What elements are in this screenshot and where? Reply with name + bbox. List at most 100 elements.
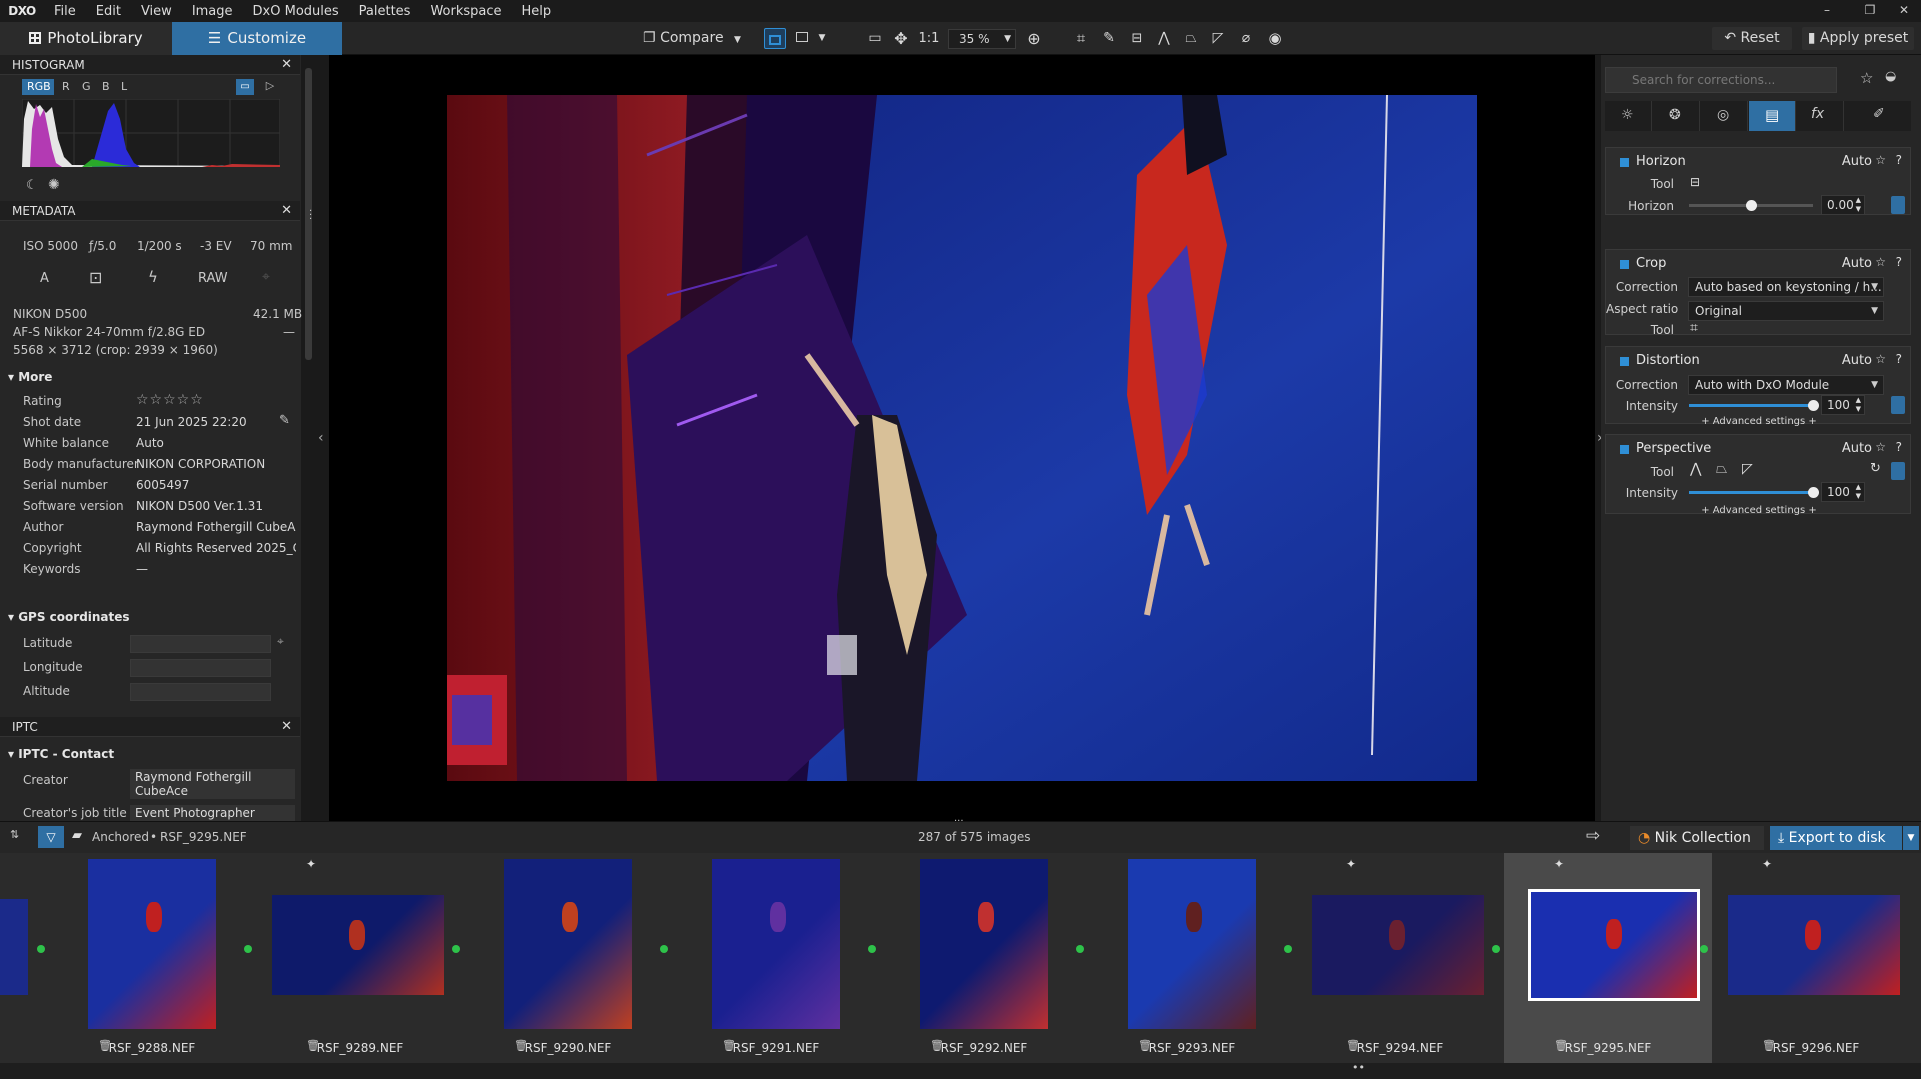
eye-icon[interactable]: ◉ <box>1264 26 1286 51</box>
monitor-icon[interactable]: ▭ <box>236 79 254 95</box>
distortion-correction-select[interactable]: Auto with DxO Module ▼ <box>1688 375 1884 395</box>
sort-icon[interactable]: ⇅ <box>10 828 19 841</box>
help-icon[interactable]: ? <box>1896 352 1902 366</box>
tab-photolibrary[interactable]: PhotoLibrary <box>0 22 172 55</box>
thumbnail-cell[interactable]: ✦★★★★★🗑RSF_9295.NEF <box>1504 853 1712 1063</box>
minimize-icon[interactable]: – <box>1810 0 1844 22</box>
spinner-icon[interactable]: ▲ ▼ <box>1856 396 1861 414</box>
auto-button[interactable]: Auto <box>1842 154 1872 169</box>
gps-section-toggle[interactable]: ▾ GPS coordinates <box>8 610 130 624</box>
horizon-tool-icon[interactable]: ⊟ <box>1127 26 1147 51</box>
favorite-star-icon[interactable]: ☆ <box>1875 440 1886 454</box>
compare-button[interactable]: ❐ Compare ▼ <box>636 26 748 51</box>
picker-icon[interactable] <box>1891 196 1905 214</box>
thumbnail-cell[interactable]: ✦★★★★★🗑RSF_9290.NEF <box>464 853 672 1063</box>
restore-icon[interactable]: ❐ <box>1853 0 1887 22</box>
help-icon[interactable]: ? <box>1896 153 1902 167</box>
eyedropper-icon[interactable]: ✎ <box>1099 26 1119 51</box>
image-viewer[interactable] <box>329 55 1595 821</box>
favorite-star-icon[interactable]: ☆ <box>1875 255 1886 269</box>
share-icon[interactable]: ⇨ <box>1586 826 1600 846</box>
split-view-button[interactable] <box>792 26 812 51</box>
iptc-contact-toggle[interactable]: ▾ IPTC - Contact <box>8 747 114 761</box>
advanced-settings-link[interactable]: + Advanced settings + <box>1606 416 1912 427</box>
creator-field[interactable]: Raymond Fothergill CubeAce <box>130 769 295 799</box>
tab-color[interactable]: ❂ <box>1653 101 1700 131</box>
menu-file[interactable]: File <box>44 4 86 19</box>
perspective-tool-icon[interactable]: ⋀ <box>1154 26 1174 51</box>
menu-palettes[interactable]: Palettes <box>349 4 421 19</box>
one-to-one-button[interactable]: 1:1 <box>918 26 940 51</box>
menu-help[interactable]: Help <box>512 4 562 19</box>
thumbnail-cell[interactable]: ✦★★★★★🗑RSF_9293.NEF <box>1088 853 1296 1063</box>
perspective-lines-icon[interactable]: ⋀ <box>1690 461 1701 477</box>
nik-collection-button[interactable]: ◔ Nik Collection <box>1630 826 1764 850</box>
export-to-disk-button[interactable]: ⤓ Export to disk <box>1770 826 1902 850</box>
close-window-icon[interactable]: ✕ <box>1887 0 1921 22</box>
zoom-select[interactable]: 35 % ▼ <box>948 29 1016 49</box>
enable-toggle[interactable] <box>1620 445 1629 454</box>
visibility-toggle-icon[interactable]: ◒ <box>1885 69 1896 84</box>
horizon-slider[interactable] <box>1689 200 1813 211</box>
export-dropdown-icon[interactable]: ▼ <box>1903 826 1919 850</box>
menu-workspace[interactable]: Workspace <box>420 4 511 19</box>
close-icon[interactable]: ✕ <box>281 55 292 75</box>
pin-icon[interactable]: ✦ <box>306 857 316 871</box>
thumbnail-cell[interactable]: ✦★★★★★🗑RSF_9289.NEF <box>256 853 464 1063</box>
spinner-icon[interactable]: ▲ ▼ <box>1856 196 1861 214</box>
drag-handle[interactable]: •• <box>1352 1062 1365 1073</box>
picker-icon[interactable] <box>1891 396 1905 414</box>
favorite-star-icon[interactable]: ☆ <box>1860 69 1873 87</box>
enable-toggle[interactable] <box>1620 357 1629 366</box>
highlight-clip-icon[interactable]: ✺ <box>48 177 60 193</box>
channel-g[interactable]: G <box>82 80 91 93</box>
filter-icon[interactable]: ▽ <box>38 826 64 848</box>
aspect-ratio-select[interactable]: Original ▼ <box>1688 301 1884 321</box>
perspective-8pt-icon[interactable]: ◸ <box>1742 461 1753 477</box>
latitude-field[interactable] <box>130 635 271 653</box>
fit-screen-icon[interactable]: ▭ <box>866 26 884 51</box>
slider-knob[interactable] <box>1807 487 1819 498</box>
pin-icon[interactable]: ✦ <box>1554 857 1564 871</box>
local-adjust-icon[interactable]: ◸ <box>1208 26 1228 51</box>
channel-b[interactable]: B <box>102 80 110 93</box>
enable-toggle[interactable] <box>1620 260 1629 269</box>
spinner-icon[interactable]: ▲ ▼ <box>1856 483 1861 501</box>
perspective-rect-icon[interactable]: ⏢ <box>1716 461 1727 477</box>
perspective-value-box[interactable]: 100 ▲ ▼ <box>1821 482 1865 502</box>
advanced-settings-link[interactable]: + Advanced settings + <box>1606 505 1912 516</box>
edit-pencil-icon[interactable]: ✎ <box>279 413 290 428</box>
thumbnail-partial[interactable] <box>0 853 45 1063</box>
softproof-icon[interactable]: ▷ <box>262 79 278 95</box>
favorite-star-icon[interactable]: ☆ <box>1875 352 1886 366</box>
close-icon[interactable]: ✕ <box>281 201 292 221</box>
filmstrip[interactable]: ✦★★★★★🗑RSF_9288.NEF✦★★★★★🗑RSF_9289.NEF✦★… <box>0 853 1921 1063</box>
reset-button[interactable]: ↶ Reset <box>1712 27 1792 50</box>
collapse-left-icon[interactable]: ‹ <box>318 430 324 446</box>
apply-preset-button[interactable]: ▮ Apply preset <box>1802 27 1914 50</box>
channel-rgb[interactable]: RGB <box>27 80 51 93</box>
tab-detail[interactable]: ◎ <box>1701 101 1748 131</box>
auto-button[interactable]: Auto <box>1842 256 1872 271</box>
rating-stars[interactable]: ☆☆☆☆☆ <box>136 392 204 408</box>
drag-handle[interactable]: ··· <box>954 816 964 827</box>
distortion-value-box[interactable]: 100 ▲ ▼ <box>1821 395 1865 415</box>
channel-r[interactable]: R <box>62 80 70 93</box>
folder-name[interactable]: Anchored <box>92 830 149 844</box>
favorite-star-icon[interactable]: ☆ <box>1875 153 1886 167</box>
help-icon[interactable]: ? <box>1896 440 1902 454</box>
picker-icon[interactable] <box>1891 462 1905 480</box>
perspective-intensity-slider[interactable] <box>1689 487 1819 498</box>
corrections-search-input[interactable]: Search for corrections... <box>1605 67 1837 93</box>
tab-effects[interactable]: fx <box>1797 101 1844 131</box>
shadow-clip-icon[interactable]: ☾ <box>26 178 38 193</box>
crop-tool-icon[interactable]: ⌗ <box>1690 320 1698 336</box>
pin-icon[interactable]: ✦ <box>1346 857 1356 871</box>
tab-local[interactable]: ✐ <box>1857 101 1904 131</box>
menu-dxo-modules[interactable]: DxO Modules <box>243 4 349 19</box>
horizon-tool-icon[interactable]: ⊟ <box>1690 175 1700 189</box>
panel-drag-handle[interactable]: · · · <box>309 207 312 225</box>
repair-tool-icon[interactable]: ⌀ <box>1236 26 1256 51</box>
thumbnail-cell[interactable]: ✦★★★★★🗑RSF_9294.NEF <box>1296 853 1504 1063</box>
enable-toggle[interactable] <box>1620 158 1629 167</box>
